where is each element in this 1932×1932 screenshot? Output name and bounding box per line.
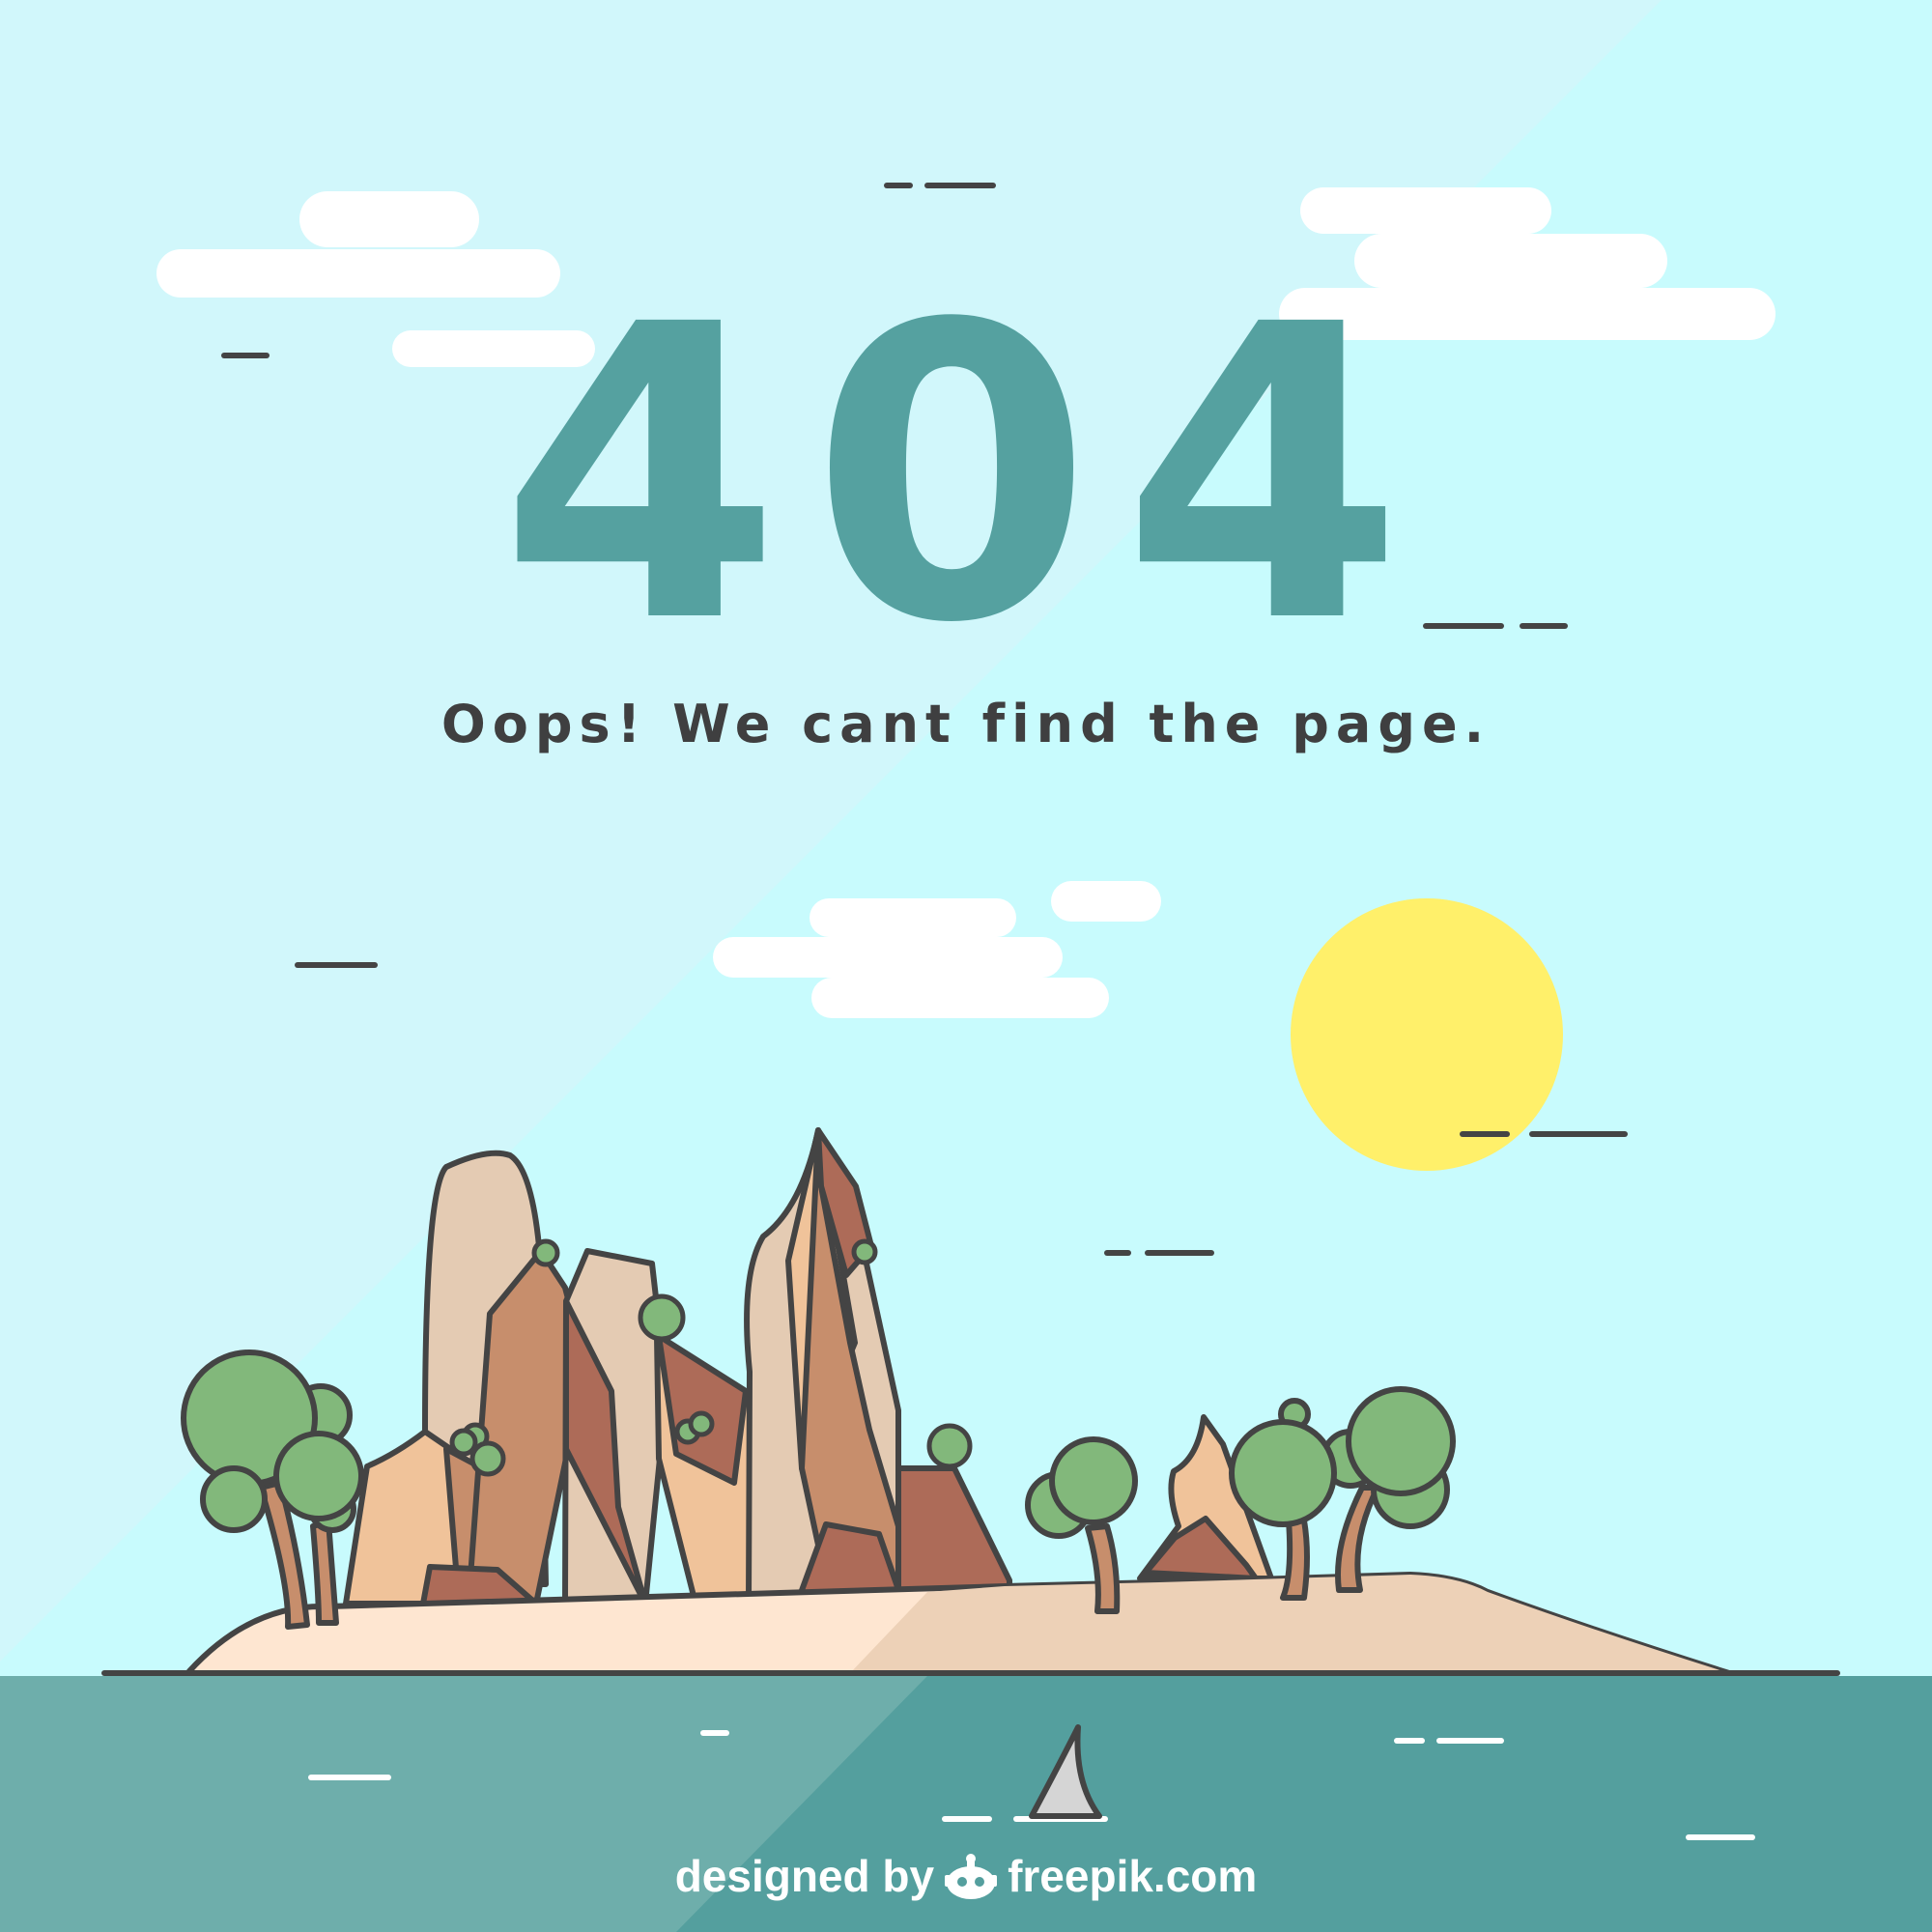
error-message: Oops! We cant find the page. <box>440 694 1492 754</box>
error-code-404: 404 <box>498 240 1434 712</box>
sun <box>1291 898 1563 1171</box>
freepik-logo-icon <box>945 1854 998 1899</box>
designer-credit: designed by freepik.com <box>0 1847 1932 1905</box>
credit-prefix: designed by <box>674 1851 935 1901</box>
credit-brand: freepik.com <box>1008 1851 1258 1901</box>
error-404-page: 404 Oops! We cant find the page. designe… <box>0 0 1932 1932</box>
